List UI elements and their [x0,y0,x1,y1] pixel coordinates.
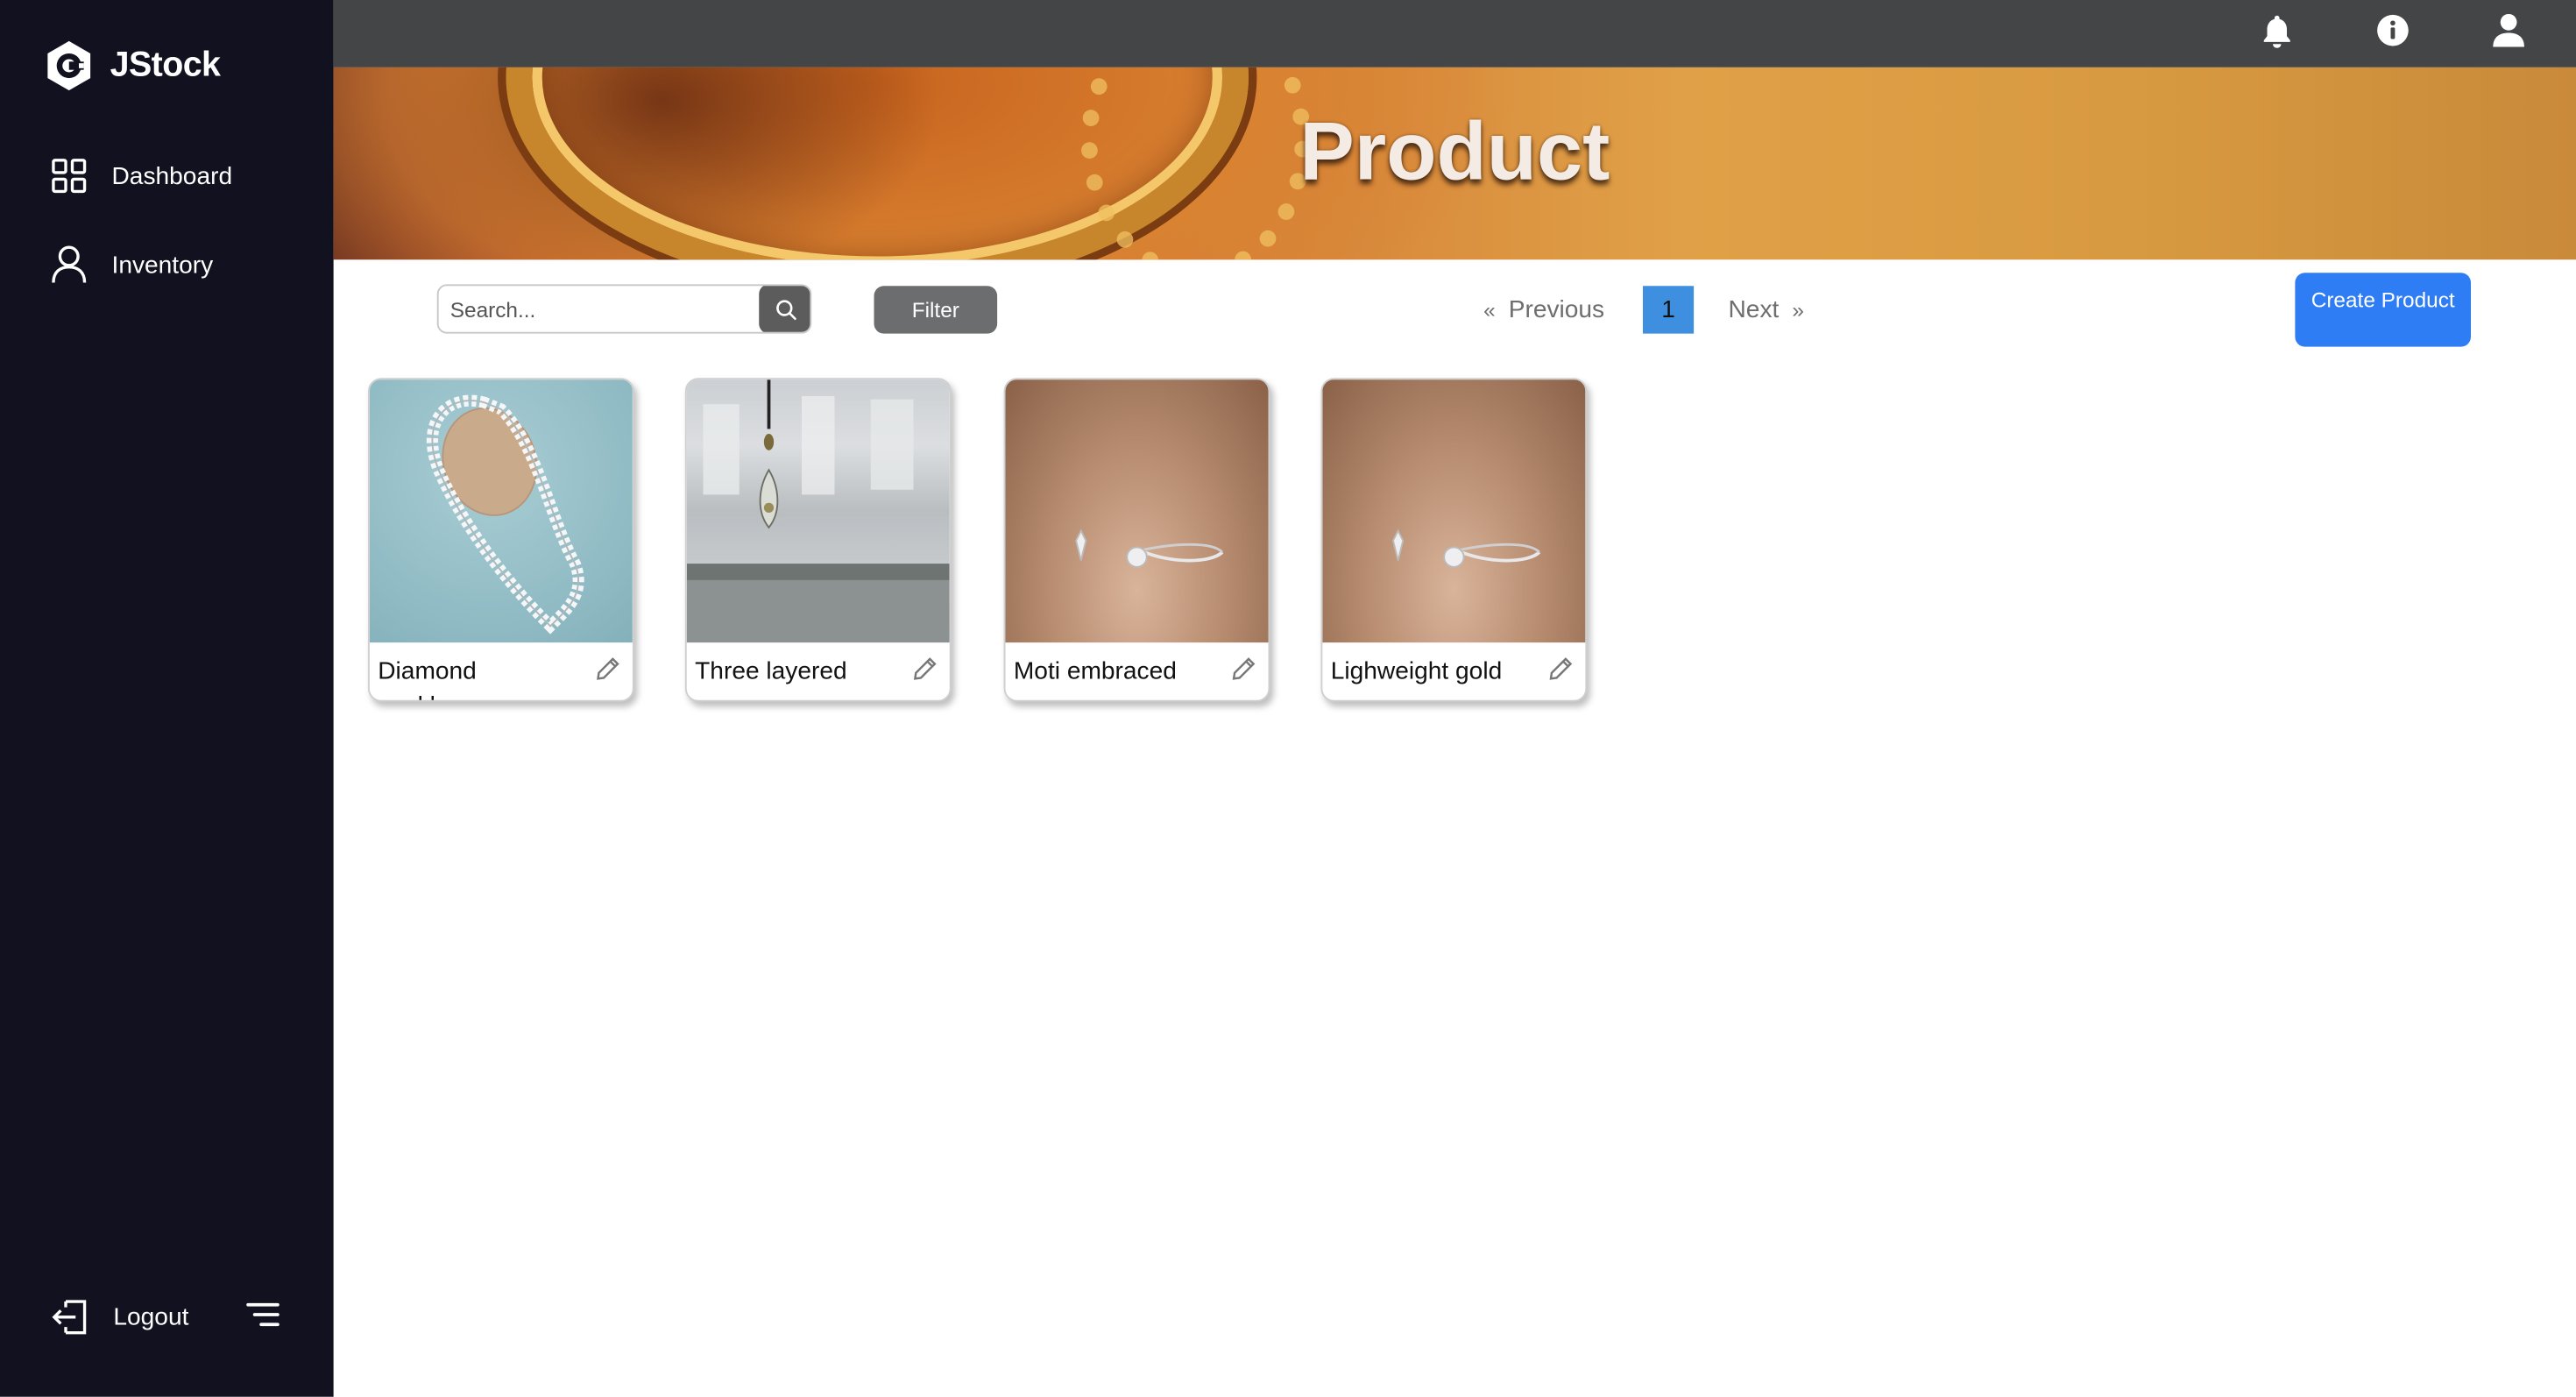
logout-label: Logout [113,1302,189,1331]
top-bar [333,0,2576,67]
pagination-page-current[interactable]: 1 [1643,286,1695,334]
product-image [369,379,633,643]
edit-pencil-icon[interactable] [1230,656,1256,690]
logout-icon [51,1298,88,1336]
product-image [1005,379,1269,643]
create-product-button[interactable]: Create Product [2295,273,2471,347]
search-input[interactable] [438,286,775,332]
edit-pencil-icon[interactable] [595,656,621,690]
search-box [436,284,812,334]
logo-icon [45,39,94,92]
pagination-next[interactable]: Next » [1729,286,1804,333]
product-card[interactable]: Lighweight gold [1320,378,1588,702]
page-banner: Product [333,67,2576,260]
double-chevron-left-icon: « [1483,297,1496,323]
product-name: Three layered [695,657,847,685]
bell-icon[interactable] [2261,13,2294,58]
info-icon[interactable] [2375,13,2410,56]
page-title: Product [1299,105,1610,197]
product-card[interactable]: Moti embraced [1003,378,1270,702]
product-card[interactable]: Diamond necklace [368,378,634,702]
menu-toggle-icon[interactable] [244,1300,280,1337]
edit-pencil-icon[interactable] [1547,656,1574,690]
edit-pencil-icon[interactable] [912,656,938,690]
product-card[interactable]: Three layered [684,378,952,702]
product-image [1322,379,1586,643]
sidebar-item-label: Inventory [111,250,214,279]
sidebar-item-label: Dashboard [111,161,233,190]
sidebar-item-dashboard[interactable]: Dashboard [51,158,232,194]
product-image [686,379,950,643]
app-root: JStock Dashboard Inventory Logout Produc… [0,0,2576,1397]
brand-name: JStock [110,46,221,84]
product-name: Moti embraced [1013,657,1177,685]
double-chevron-right-icon: » [1792,297,1804,323]
product-name: Lighweight gold [1330,657,1503,685]
search-button[interactable] [759,286,810,332]
product-name: Diamond necklace [378,657,477,700]
sidebar-item-inventory[interactable]: Inventory [51,245,213,284]
search-icon [775,299,796,320]
next-label: Next [1728,295,1780,324]
previous-label: Previous [1508,295,1605,324]
logout-button[interactable]: Logout [51,1298,188,1336]
filter-button[interactable]: Filter [874,286,998,334]
user-icon[interactable] [2492,13,2525,56]
grid-icon [51,158,87,194]
pagination-previous[interactable]: « Previous [1483,286,1604,333]
sidebar: JStock Dashboard Inventory Logout [0,0,334,1397]
brand[interactable]: JStock [45,39,221,92]
user-icon [51,245,87,284]
